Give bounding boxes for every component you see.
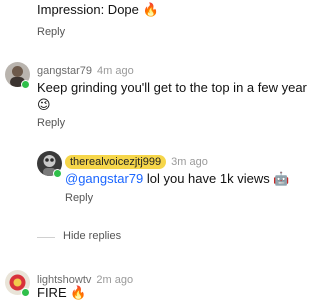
robot-emoji: 🤖: [273, 171, 290, 186]
reply-button[interactable]: Reply: [37, 117, 65, 129]
comment-text: Keep grinding you'll get to the top in a…: [37, 80, 307, 95]
online-status-dot: [21, 288, 30, 297]
timestamp: 4m ago: [97, 65, 134, 77]
wink-emoji: 😉: [37, 97, 51, 112]
online-status-dot: [53, 169, 62, 178]
username[interactable]: gangstar79: [37, 65, 92, 77]
comment-text: @gangstar79 lol you have 1k views 🤖: [65, 171, 290, 186]
fire-emoji: 🔥: [70, 285, 87, 300]
comment-text: Impression: Dope 🔥: [37, 2, 159, 17]
fire-emoji: 🔥: [142, 2, 159, 17]
comment-text: FIRE 🔥: [37, 285, 87, 300]
timestamp: 3m ago: [171, 156, 208, 168]
username[interactable]: therealvoicezjtj999: [65, 155, 167, 169]
hide-replies-button[interactable]: Hide replies: [63, 230, 121, 242]
comment-meta: gangstar79 4m ago: [37, 65, 134, 77]
reply-button[interactable]: Reply: [37, 26, 65, 38]
mention-link[interactable]: @gangstar79: [65, 171, 143, 186]
online-status-dot: [21, 80, 30, 89]
comment-meta: therealvoicezjtj999 3m ago: [65, 152, 208, 170]
reply-button[interactable]: Reply: [65, 192, 93, 204]
divider: [37, 237, 55, 238]
timestamp: 2m ago: [96, 274, 134, 286]
